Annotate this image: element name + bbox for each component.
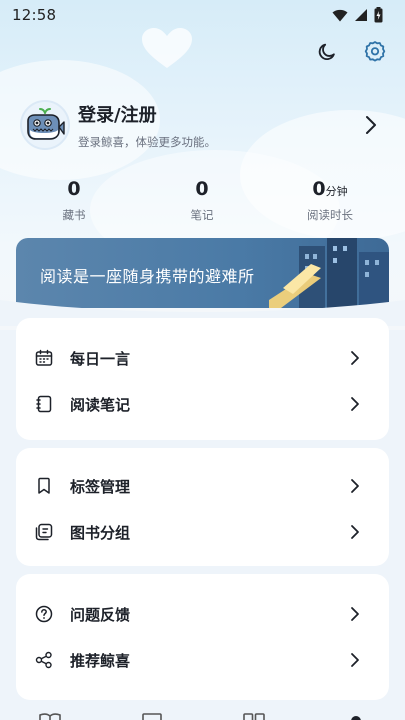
menu-label: 推荐鲸喜 (70, 651, 131, 670)
heart-cloud-decoration (142, 28, 192, 68)
moon-icon (318, 43, 335, 61)
top-actions (313, 38, 389, 66)
login-register-title[interactable]: 登录/注册 (78, 101, 361, 127)
status-icons (332, 7, 383, 23)
calendar-icon (34, 348, 54, 368)
stat-value: 0 (67, 178, 81, 200)
question-icon (34, 604, 54, 624)
stat-label: 笔记 (190, 208, 214, 222)
menu-item-recommend[interactable]: 推荐鲸喜 (16, 637, 389, 683)
menu-label: 图书分组 (70, 523, 131, 542)
chevron-right-icon (366, 116, 376, 134)
chevron-right-icon (347, 478, 363, 494)
chevron-right-icon (347, 652, 363, 668)
login-profile-row[interactable]: 登录/注册 登录鲸喜，体验更多功能。 (20, 94, 385, 156)
menu-label: 问题反馈 (70, 605, 131, 624)
avatar[interactable] (20, 100, 70, 150)
profile-tab-icon[interactable] (344, 710, 368, 720)
menu-item-daily-quote[interactable]: 每日一言 (16, 335, 389, 381)
chevron-right-icon (347, 524, 363, 540)
login-subtitle: 登录鲸喜，体验更多功能。 (78, 134, 216, 149)
discover-tab-icon[interactable] (242, 710, 266, 720)
whale-icon (27, 108, 65, 140)
profile-arrow[interactable] (361, 115, 381, 135)
menu-item-tag-management[interactable]: 标签管理 (16, 463, 389, 509)
stats-row: 0 藏书 0 笔记 0分钟 阅读时长 (0, 176, 405, 228)
bookmark-icon (34, 476, 54, 496)
stat-label: 阅读时长 (307, 208, 353, 222)
settings-button[interactable] (361, 38, 389, 66)
menu-label: 标签管理 (70, 477, 131, 496)
stat-books[interactable]: 0 藏书 (14, 176, 134, 223)
chevron-right-icon (347, 350, 363, 366)
wifi-icon (332, 9, 348, 21)
menu-card-3: 问题反馈 推荐鲸喜 (16, 574, 389, 700)
bookshelf-tab-icon[interactable] (38, 710, 62, 720)
night-mode-button[interactable] (313, 38, 341, 66)
menu-item-book-groups[interactable]: 图书分组 (16, 509, 389, 555)
battery-icon (374, 7, 383, 23)
menu-card-2: 标签管理 图书分组 (16, 448, 389, 566)
notebook-icon (34, 394, 54, 414)
menu-card-1: 每日一言 阅读笔记 (16, 318, 389, 440)
notes-tab-icon[interactable] (140, 710, 164, 720)
group-icon (34, 522, 54, 542)
stat-notes[interactable]: 0 笔记 (142, 176, 262, 223)
menu-label: 阅读笔记 (70, 395, 131, 414)
status-bar: 12:58 (0, 0, 405, 30)
stat-label: 藏书 (62, 208, 86, 222)
stat-value: 0 (195, 178, 209, 200)
chevron-right-icon (347, 396, 363, 412)
stat-value: 0分钟 (312, 178, 348, 200)
gear-icon (364, 41, 386, 62)
menu-label: 每日一言 (70, 349, 131, 368)
chevron-right-icon (347, 606, 363, 622)
banner-quote: 阅读是一座随身携带的避难所 (40, 267, 255, 286)
cellular-signal-icon (355, 9, 367, 21)
stat-reading-time[interactable]: 0分钟 阅读时长 (270, 176, 390, 223)
menu-item-feedback[interactable]: 问题反馈 (16, 591, 389, 637)
status-time: 12:58 (12, 6, 57, 24)
bottom-nav (0, 706, 405, 720)
profile-text: 登录/注册 登录鲸喜，体验更多功能。 (78, 101, 361, 150)
menu-item-reading-notes[interactable]: 阅读笔记 (16, 381, 389, 427)
share-icon (34, 650, 54, 670)
